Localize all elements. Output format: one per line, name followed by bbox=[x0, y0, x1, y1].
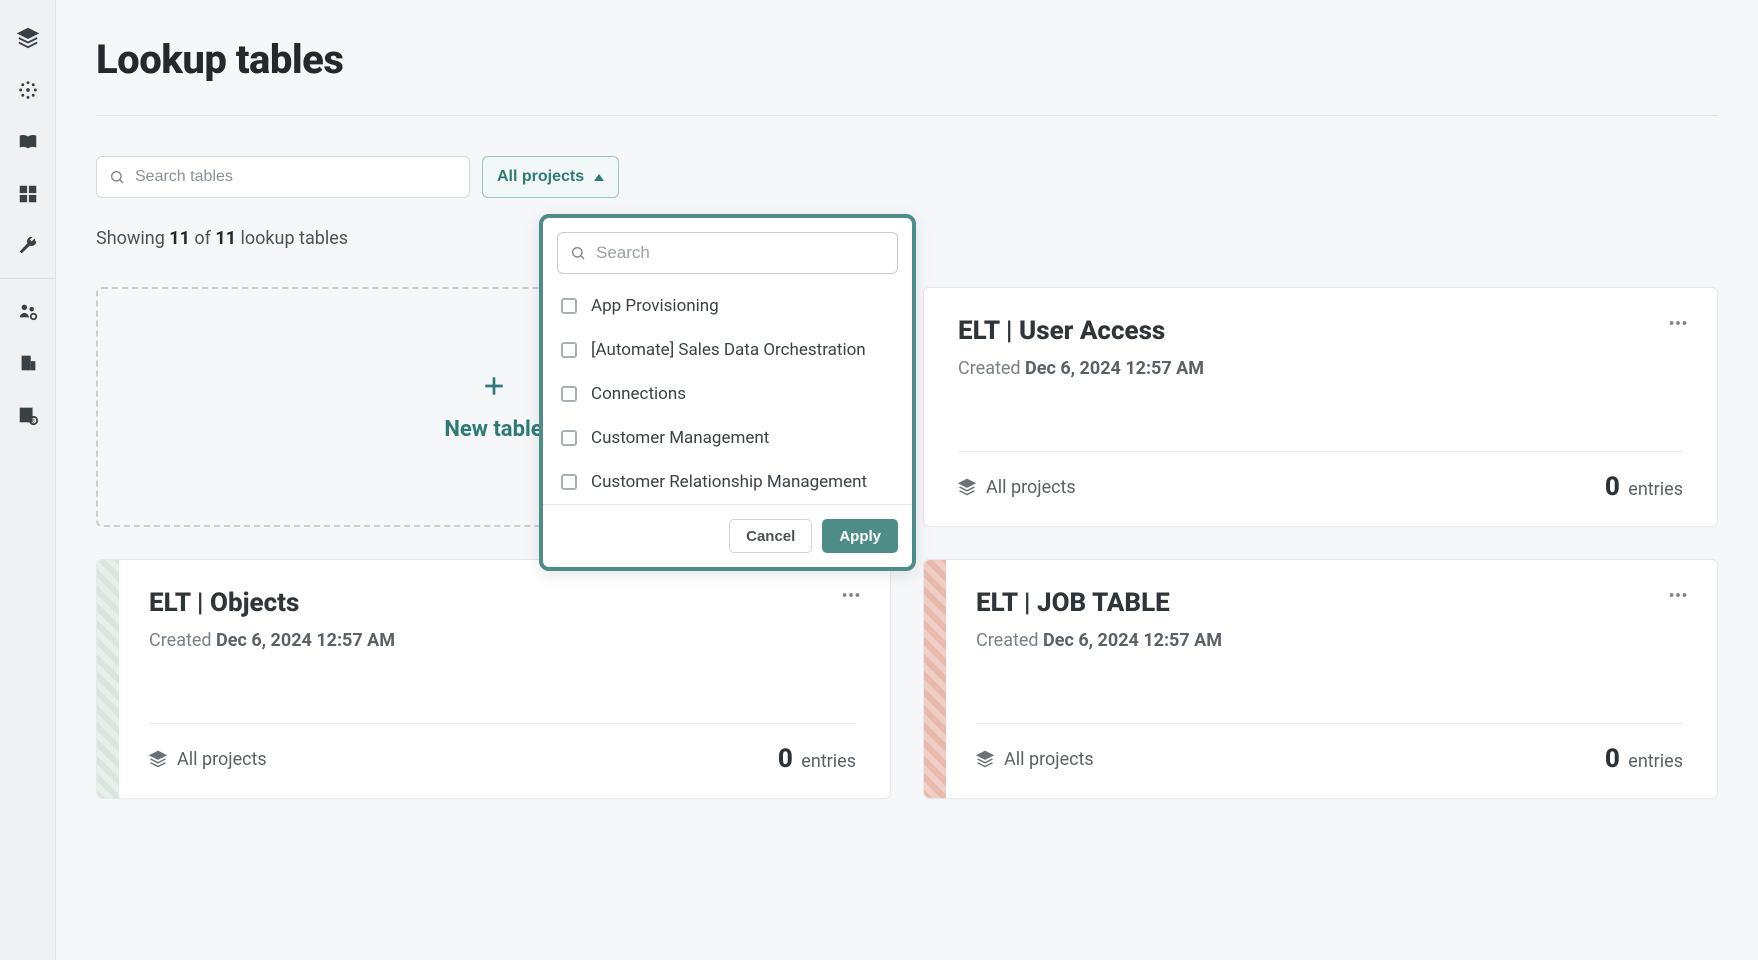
nav-billing-icon[interactable]: $ bbox=[0, 389, 56, 441]
table-card[interactable]: ELT | User Access Created Dec 6, 2024 12… bbox=[923, 287, 1718, 527]
caret-up-icon bbox=[594, 174, 604, 181]
plus-icon bbox=[481, 373, 507, 403]
checkbox-icon bbox=[561, 298, 577, 314]
card-scope: All projects bbox=[976, 749, 1094, 770]
checkbox-icon bbox=[561, 342, 577, 358]
nav-people-icon[interactable] bbox=[0, 285, 56, 337]
layers-icon bbox=[976, 750, 994, 768]
popover-option[interactable]: [Automate] Sales Data Orchestration bbox=[557, 328, 898, 372]
cancel-button[interactable]: Cancel bbox=[729, 519, 812, 553]
nav-grid-icon[interactable] bbox=[0, 168, 56, 220]
popover-search-wrap[interactable] bbox=[557, 232, 898, 274]
popover-options-list: App Provisioning [Automate] Sales Data O… bbox=[557, 284, 898, 504]
projects-filter-popover: App Provisioning [Automate] Sales Data O… bbox=[539, 214, 916, 571]
checkbox-icon bbox=[561, 386, 577, 402]
nav-divider bbox=[0, 278, 55, 279]
controls-row: All projects bbox=[96, 156, 1718, 198]
card-menu-button[interactable] bbox=[840, 584, 862, 610]
card-accent bbox=[924, 560, 946, 798]
table-card-title: ELT | Objects bbox=[149, 588, 856, 618]
card-entries: 0 entries bbox=[1605, 744, 1683, 774]
card-scope: All projects bbox=[149, 749, 267, 770]
card-footer: All projects 0 entries bbox=[149, 724, 856, 774]
search-icon bbox=[570, 245, 586, 261]
projects-filter-label: All projects bbox=[497, 168, 584, 186]
search-icon bbox=[109, 169, 125, 185]
table-card[interactable]: ELT | JOB TABLE Created Dec 6, 2024 12:5… bbox=[923, 559, 1718, 799]
popover-search-input[interactable] bbox=[596, 243, 885, 263]
card-accent bbox=[97, 560, 119, 798]
nav-wrench-icon[interactable] bbox=[0, 220, 56, 272]
search-tables-input[interactable] bbox=[135, 168, 457, 186]
card-menu-button[interactable] bbox=[1667, 312, 1689, 338]
table-card-created: Created Dec 6, 2024 12:57 AM bbox=[976, 630, 1683, 651]
table-card-title: ELT | User Access bbox=[958, 316, 1683, 346]
apply-button[interactable]: Apply bbox=[822, 519, 898, 553]
card-footer: All projects 0 entries bbox=[958, 452, 1683, 502]
card-footer: All projects 0 entries bbox=[976, 724, 1683, 774]
popover-footer: Cancel Apply bbox=[543, 504, 912, 567]
popover-option[interactable]: Customer Management bbox=[557, 416, 898, 460]
left-nav: $ bbox=[0, 0, 56, 960]
new-table-label: New table bbox=[444, 417, 542, 442]
checkbox-icon bbox=[561, 430, 577, 446]
popover-option[interactable]: Customer Relationship Management bbox=[557, 460, 898, 504]
card-entries: 0 entries bbox=[778, 744, 856, 774]
nav-building-icon[interactable] bbox=[0, 337, 56, 389]
svg-text:$: $ bbox=[32, 417, 35, 424]
title-divider bbox=[96, 115, 1718, 116]
checkbox-icon bbox=[561, 474, 577, 490]
card-menu-button[interactable] bbox=[1667, 584, 1689, 610]
table-card-created: Created Dec 6, 2024 12:57 AM bbox=[149, 630, 856, 651]
card-scope: All projects bbox=[958, 477, 1076, 498]
search-tables-input-wrap[interactable] bbox=[96, 156, 470, 198]
card-entries: 0 entries bbox=[1605, 472, 1683, 502]
nav-layers-icon[interactable] bbox=[0, 12, 56, 64]
popover-option[interactable]: App Provisioning bbox=[557, 284, 898, 328]
table-card-created: Created Dec 6, 2024 12:57 AM bbox=[958, 358, 1683, 379]
nav-book-icon[interactable] bbox=[0, 116, 56, 168]
nav-hub-icon[interactable] bbox=[0, 64, 56, 116]
page-title: Lookup tables bbox=[96, 36, 1718, 83]
layers-icon bbox=[958, 478, 976, 496]
layers-icon bbox=[149, 750, 167, 768]
table-card-title: ELT | JOB TABLE bbox=[976, 588, 1683, 618]
table-card[interactable]: ELT | Objects Created Dec 6, 2024 12:57 … bbox=[96, 559, 891, 799]
popover-option[interactable]: Connections bbox=[557, 372, 898, 416]
projects-filter-button[interactable]: All projects bbox=[482, 156, 619, 198]
main-content: Lookup tables All projects Showing 11 of… bbox=[56, 0, 1758, 960]
